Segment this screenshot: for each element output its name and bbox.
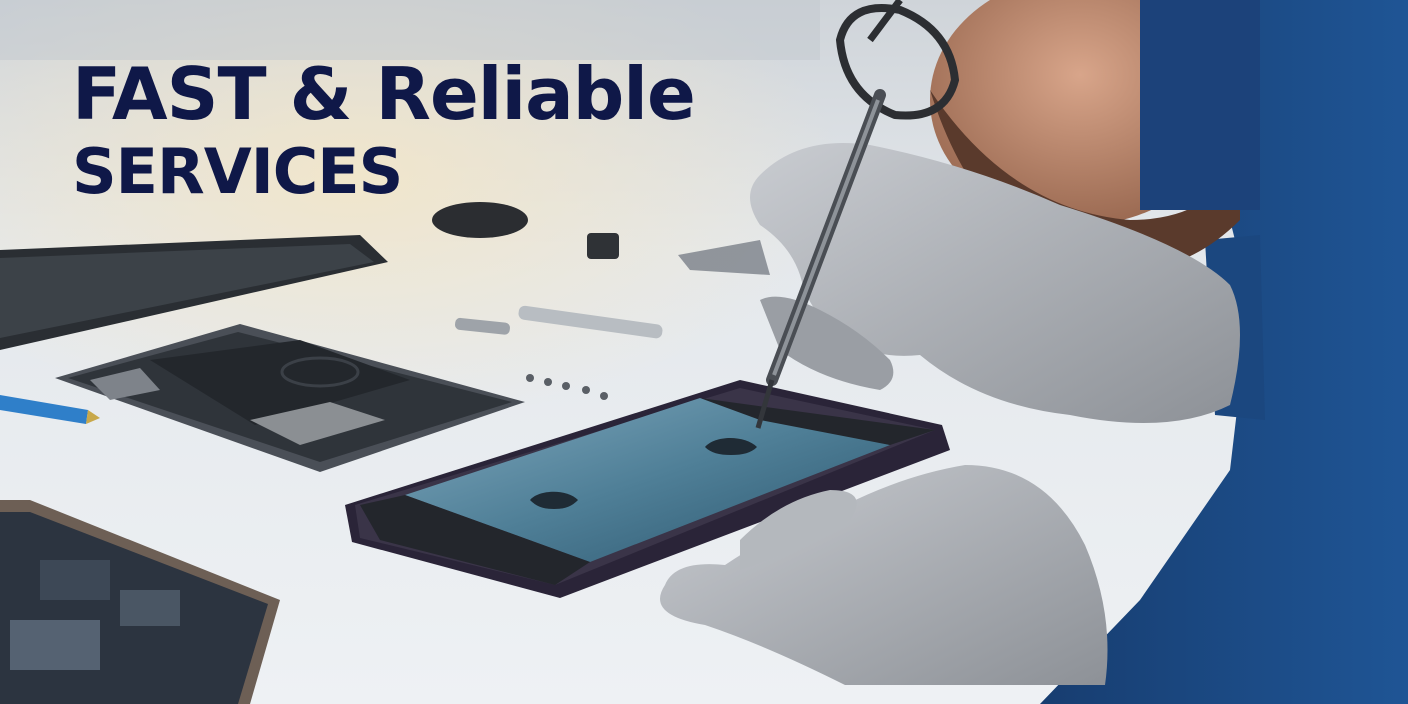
headline: FAST & Reliable SERVICES (72, 52, 696, 208)
headline-line-1: FAST & Reliable (72, 52, 696, 136)
hero-banner: FAST & Reliable SERVICES (0, 0, 1408, 704)
headline-line-2: SERVICES (72, 135, 403, 208)
